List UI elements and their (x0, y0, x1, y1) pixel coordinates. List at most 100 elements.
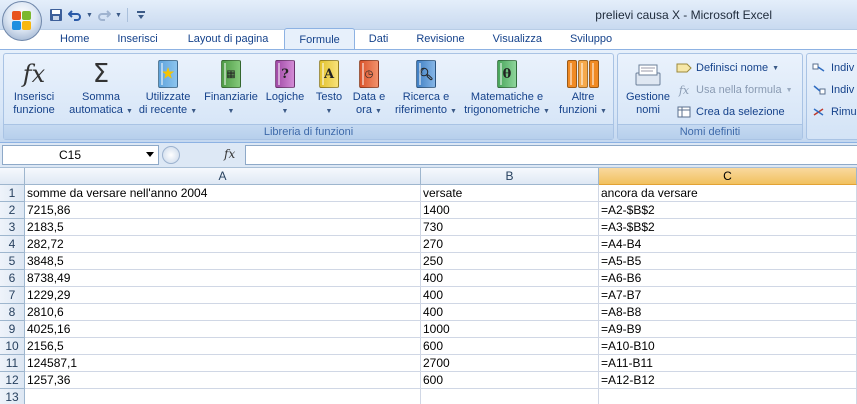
remove-arrows-button[interactable]: Rimu (811, 103, 857, 121)
cell-c[interactable]: =A6-B6 (599, 270, 857, 287)
row-header[interactable]: 8 (0, 304, 25, 321)
column-header-b[interactable]: B (421, 168, 599, 185)
cell-a[interactable]: somme da versare nell'anno 2004 (25, 185, 421, 202)
cell-a[interactable]: 124587,1 (25, 355, 421, 372)
name-box-dropdown-icon[interactable] (146, 152, 154, 157)
cell-c[interactable]: =A3-$B$2 (599, 219, 857, 236)
row-header[interactable]: 1 (0, 185, 25, 202)
cell-c[interactable]: =A8-B8 (599, 304, 857, 321)
office-button[interactable] (2, 1, 42, 41)
cell-b[interactable]: versate (421, 185, 599, 202)
cell-b[interactable]: 600 (421, 338, 599, 355)
create-from-selection-button[interactable]: Crea da selezione (676, 103, 785, 121)
lookup-book-icon: 🔍︎ (411, 57, 441, 91)
cell-a[interactable]: 2183,5 (25, 219, 421, 236)
table-row: 11 124587,1 2700 =A11-B11 (0, 355, 857, 372)
row-header[interactable]: 5 (0, 253, 25, 270)
select-all-corner[interactable] (0, 168, 25, 185)
cell-c[interactable]: ancora da versare (599, 185, 857, 202)
cell-c[interactable]: =A7-B7 (599, 287, 857, 304)
autosum-button[interactable]: Σ Somma automatica ▼ (68, 57, 134, 118)
row-header[interactable]: 6 (0, 270, 25, 287)
cell-a[interactable]: 8738,49 (25, 270, 421, 287)
cell-b[interactable]: 400 (421, 304, 599, 321)
datetime-button[interactable]: ◷ Data e ora ▼ (349, 57, 389, 118)
row-header[interactable]: 9 (0, 321, 25, 338)
row-header[interactable]: 4 (0, 236, 25, 253)
cell-b[interactable]: 400 (421, 270, 599, 287)
tab-dati[interactable]: Dati (355, 28, 403, 50)
cell-a[interactable]: 3848,5 (25, 253, 421, 270)
tab-formule[interactable]: Formule (284, 28, 355, 50)
cell-c[interactable]: =A5-B5 (599, 253, 857, 270)
cell-b[interactable]: 2700 (421, 355, 599, 372)
cell-a[interactable]: 2810,6 (25, 304, 421, 321)
text-caret: ▼ (325, 108, 333, 115)
financial-caret: ▼ (227, 108, 235, 115)
name-manager-icon (633, 57, 663, 91)
cell-b[interactable]: 600 (421, 372, 599, 389)
text-button[interactable]: A Testo ▼ (309, 57, 349, 118)
cell-a[interactable] (25, 389, 421, 404)
cell-a[interactable]: 4025,16 (25, 321, 421, 338)
cell-b[interactable]: 730 (421, 219, 599, 236)
cell-b[interactable]: 1000 (421, 321, 599, 338)
cell-b[interactable]: 400 (421, 287, 599, 304)
column-header-a[interactable]: A (25, 168, 421, 185)
tab-inserisci[interactable]: Inserisci (103, 28, 171, 50)
tab-visualizza[interactable]: Visualizza (479, 28, 556, 50)
row-header[interactable]: 7 (0, 287, 25, 304)
math-trig-button[interactable]: θ Matematiche e trigonometriche ▼ (461, 57, 553, 118)
row-header[interactable]: 2 (0, 202, 25, 219)
cell-c[interactable]: =A2-$B$2 (599, 202, 857, 219)
tab-sviluppo[interactable]: Sviluppo (556, 28, 626, 50)
formula-input[interactable] (245, 145, 857, 165)
name-manager-button[interactable]: Gestione nomi (620, 57, 676, 117)
financial-button[interactable]: ▦ Finanziarie ▼ (201, 57, 261, 118)
row-header[interactable]: 12 (0, 372, 25, 389)
cell-a[interactable]: 2156,5 (25, 338, 421, 355)
lookup-button[interactable]: 🔍︎ Ricerca e riferimento ▼ (392, 57, 460, 118)
row-header[interactable]: 13 (0, 389, 25, 404)
name-box[interactable]: C15 (2, 145, 159, 165)
lookup-label: Ricerca e (402, 91, 450, 103)
use-in-formula-button[interactable]: fx Usa nella formula ▼ (676, 81, 793, 99)
cell-a[interactable]: 1257,36 (25, 372, 421, 389)
recent-functions-button[interactable]: ★ Utilizzate di recente ▼ (137, 57, 199, 118)
remove-arrows-label: Rimu (831, 106, 857, 118)
tab-layout-di-pagina[interactable]: Layout di pagina (172, 28, 285, 50)
define-name-button[interactable]: Definisci nome ▼ (676, 59, 779, 77)
cell-c[interactable]: =A11-B11 (599, 355, 857, 372)
cell-a[interactable]: 1229,29 (25, 287, 421, 304)
cell-b[interactable]: 270 (421, 236, 599, 253)
trace-precedents-label: Indiv (831, 62, 855, 74)
row-header[interactable]: 10 (0, 338, 25, 355)
cell-c[interactable]: =A10-B10 (599, 338, 857, 355)
trace-precedents-button[interactable]: Indiv (811, 59, 854, 77)
insert-function-fx-icon[interactable]: fx (224, 147, 235, 161)
row-header[interactable]: 11 (0, 355, 25, 372)
logical-button[interactable]: ? Logiche ▼ (263, 57, 307, 118)
cell-c[interactable] (599, 389, 857, 404)
formula-buttons: fx (160, 145, 244, 165)
more-functions-button[interactable]: Altre funzioni ▼ (555, 57, 611, 118)
trace-dependents-button[interactable]: Indiv (811, 81, 854, 99)
cell-b[interactable]: 1400 (421, 202, 599, 219)
cell-c[interactable]: =A9-B9 (599, 321, 857, 338)
cell-c[interactable]: =A4-B4 (599, 236, 857, 253)
cell-a[interactable]: 282,72 (25, 236, 421, 253)
column-header-c[interactable]: C (599, 168, 857, 185)
table-row: 8 2810,6 400 =A8-B8 (0, 304, 857, 321)
cell-b[interactable] (421, 389, 599, 404)
cell-b[interactable]: 250 (421, 253, 599, 270)
tab-revisione[interactable]: Revisione (402, 28, 478, 50)
cell-c[interactable]: =A12-B12 (599, 372, 857, 389)
cancel-enter-icon[interactable] (162, 146, 180, 164)
cell-a[interactable]: 7215,86 (25, 202, 421, 219)
tab-home[interactable]: Home (44, 28, 103, 50)
row-header[interactable]: 3 (0, 219, 25, 236)
lookup-label-text: riferimento (395, 104, 447, 116)
define-name-dropdown-icon: ▼ (772, 64, 780, 72)
datetime-book-icon: ◷ (354, 57, 384, 91)
insert-function-button[interactable]: fx Inserisci funzione (6, 57, 62, 117)
